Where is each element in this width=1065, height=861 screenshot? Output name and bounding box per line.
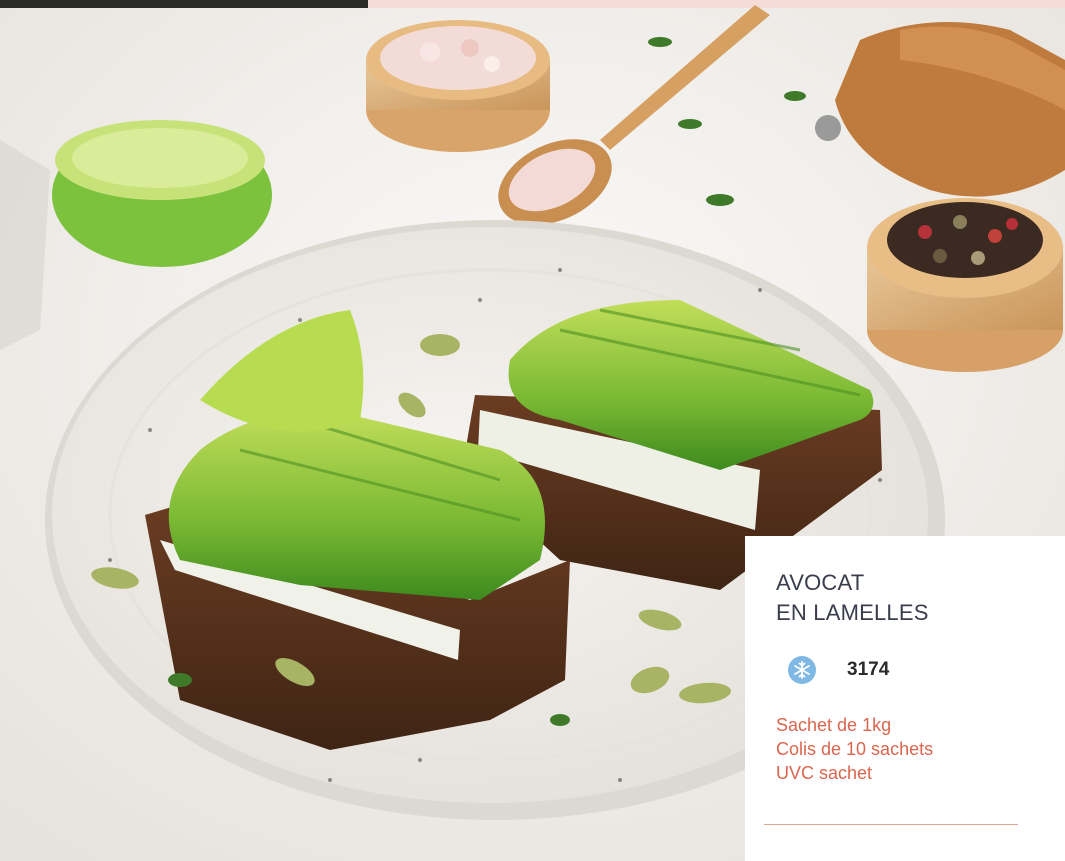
product-title: AVOCAT EN LAMELLES (776, 568, 1056, 628)
packaging-line-unit: UVC sachet (776, 763, 873, 783)
product-title-line-1: AVOCAT (776, 570, 865, 595)
packaging-line-case: Colis de 10 sachets (776, 739, 934, 759)
packaging-line-bag: Sachet de 1kg (776, 715, 892, 735)
product-code-row: 3174 (788, 655, 889, 685)
snowflake-icon (788, 656, 816, 684)
product-code: 3174 (847, 659, 890, 680)
divider (764, 824, 1018, 825)
packaging-details: Sachet de 1kg Colis de 10 sachets UVC sa… (776, 713, 933, 785)
product-title-line-2: EN LAMELLES (776, 600, 929, 625)
product-info-card: AVOCAT EN LAMELLES 3174 Sachet de 1kg Co… (745, 536, 1065, 861)
